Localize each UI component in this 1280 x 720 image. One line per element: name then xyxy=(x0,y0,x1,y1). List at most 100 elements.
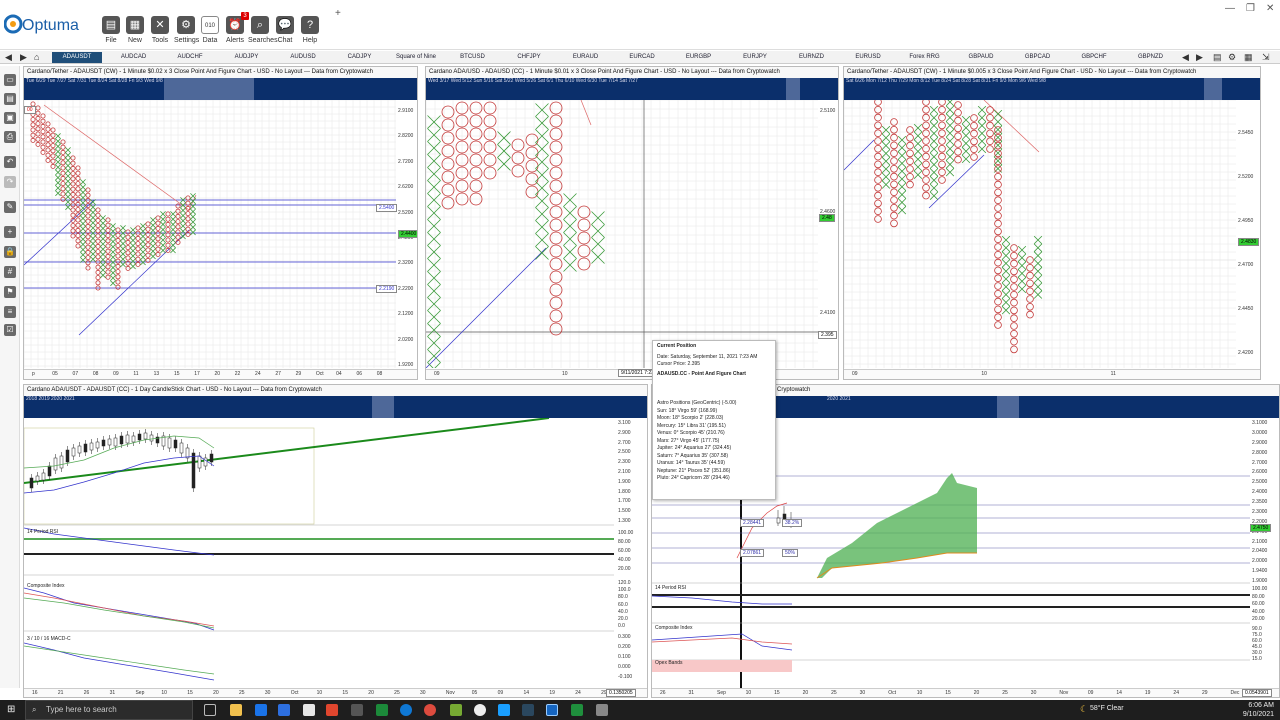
overview-selection[interactable] xyxy=(997,396,1019,418)
overview-selection[interactable] xyxy=(786,78,800,100)
taskbar-search[interactable]: ⌕ Type here to search xyxy=(25,700,193,720)
maximize-button[interactable]: ❐ xyxy=(1246,3,1255,14)
save-icon[interactable]: ▣ xyxy=(4,112,16,124)
overview-selection[interactable] xyxy=(164,78,254,100)
close-button[interactable]: ✕ xyxy=(1266,3,1274,14)
app-icon-7[interactable] xyxy=(596,704,608,716)
ribbon-expand-icon[interactable]: + xyxy=(335,8,341,19)
tab-gbpcad[interactable]: GBPCAD xyxy=(1013,52,1063,63)
new-button[interactable]: ▦ New xyxy=(123,16,147,44)
pnf-chart-panel-1[interactable]: Cardano/Tether - ADAUSDT (CW) - 1 Minute… xyxy=(23,66,418,380)
tabs-scroll-left[interactable]: ◀ xyxy=(1182,52,1189,63)
lock-icon[interactable]: 🔒 xyxy=(4,246,16,258)
tab-eurjpy[interactable]: EURJPY xyxy=(730,52,780,63)
redo-icon[interactable]: ↷ xyxy=(4,176,16,188)
tab-grid-icon[interactable]: ▦ xyxy=(1244,52,1253,63)
task-view-icon[interactable] xyxy=(204,704,216,716)
steam-icon[interactable] xyxy=(522,704,534,716)
tab-gbpnzd[interactable]: GBPNZD xyxy=(1126,52,1176,63)
crosshair-icon[interactable]: + xyxy=(4,226,16,238)
edge-icon[interactable] xyxy=(400,704,412,716)
tab-eurusd[interactable]: EURUSD xyxy=(843,52,893,63)
chrome-icon[interactable] xyxy=(424,704,436,716)
tab-cadjpy[interactable]: CADJPY xyxy=(335,52,385,63)
tab-gbpchf[interactable]: GBPCHF xyxy=(1069,52,1119,63)
candlestick-panel-1[interactable]: Cardano ADA/USDT - ADAUSDT (CC) - 1 Day … xyxy=(23,384,648,698)
pnf-chart-panel-3[interactable]: Cardano/Tether - ADAUSDT (CW) - 1 Minute… xyxy=(843,66,1261,380)
clock[interactable]: 6:06 AM 9/10/2021 xyxy=(1243,701,1274,719)
tab-gbpaud[interactable]: GBPAUD xyxy=(956,52,1006,63)
tab-forex-rrg[interactable]: Forex RRG xyxy=(900,52,950,63)
file-explorer-icon[interactable] xyxy=(230,704,242,716)
overview-selection[interactable] xyxy=(372,396,394,418)
store-icon[interactable] xyxy=(255,704,267,716)
overview-bar[interactable]: Tue 6/29 Tue 7/27 Sat 7/31 Tue 8/24 Sat … xyxy=(24,78,417,100)
weather-text[interactable]: 58°F Clear xyxy=(1090,705,1124,712)
file-button[interactable]: ▤ File xyxy=(99,16,123,44)
back-icon[interactable]: ◀ xyxy=(5,52,12,63)
tab-audcad[interactable]: AUDCAD xyxy=(109,52,159,63)
time-axis: p 05 07 08 09 11 13 15 17 20 22 24 27 29 Oct 04 06 08 xyxy=(24,369,417,379)
pnf-plot-2[interactable] xyxy=(426,100,818,368)
y-tick: 80.0 xyxy=(618,594,628,601)
excel-icon[interactable] xyxy=(571,704,583,716)
optuma-taskbar-icon[interactable] xyxy=(546,704,558,716)
tab-eurgbp[interactable]: EURGBP xyxy=(674,52,724,63)
undo-icon[interactable]: ↶ xyxy=(4,156,16,168)
mail-icon[interactable] xyxy=(278,704,290,716)
tab-chfjpy[interactable]: CHFJPY xyxy=(504,52,554,63)
pnf-plot-1[interactable] xyxy=(24,100,396,368)
app-icon-4[interactable] xyxy=(450,704,462,716)
settings-button[interactable]: ⚙ Settings xyxy=(174,16,199,44)
tab-expand-icon[interactable]: ⇲ xyxy=(1262,52,1270,63)
print-icon[interactable]: ⎙ xyxy=(4,131,16,143)
checklist-icon[interactable]: ☑ xyxy=(4,324,16,336)
overview-bar[interactable]: Wed 3/17 Wed 5/12 Sun 5/16 Sat 5/22 Wed … xyxy=(426,78,838,100)
o-box xyxy=(165,211,171,217)
stamp-icon[interactable]: ⚑ xyxy=(4,286,16,298)
pnf-plot-3[interactable] xyxy=(844,100,1236,368)
o-box xyxy=(954,132,962,140)
layers-icon[interactable]: ≡ xyxy=(4,306,16,318)
o-box xyxy=(115,269,121,275)
data-button[interactable]: 010 Data xyxy=(198,16,222,44)
open-icon[interactable]: ▤ xyxy=(4,93,16,105)
forward-icon[interactable]: ▶ xyxy=(20,52,27,63)
tab-eurnzd[interactable]: EURNZD xyxy=(787,52,837,63)
chat-button[interactable]: 💬 Chat xyxy=(273,16,297,44)
minimize-button[interactable]: — xyxy=(1225,3,1235,14)
tabs-scroll-right[interactable]: ▶ xyxy=(1196,52,1203,63)
new-icon: ▦ xyxy=(126,16,144,34)
pnf-chart-panel-2[interactable]: Cardano ADA/USD - ADAUSD (CC) - 1 Minute… xyxy=(425,66,839,380)
tab-audjpy[interactable]: AUDJPY xyxy=(222,52,272,63)
tab-settings-icon[interactable]: ⚙ xyxy=(1228,52,1236,63)
app-icon-3[interactable] xyxy=(376,704,388,716)
app-icon-6[interactable] xyxy=(498,704,510,716)
grid-icon[interactable]: # xyxy=(4,266,16,278)
tab-euraud[interactable]: EURAUD xyxy=(561,52,611,63)
overview-bar[interactable]: 2018 2019 2020 2021 xyxy=(24,396,647,418)
tab-adausdt[interactable]: ADAUSDT xyxy=(52,52,102,63)
tab-btcusd[interactable]: BTCUSD xyxy=(448,52,498,63)
app-icon-5[interactable] xyxy=(474,704,486,716)
app-icon[interactable] xyxy=(303,704,315,716)
candlestick-plot-1[interactable] xyxy=(24,418,614,688)
overview-selection[interactable] xyxy=(1204,78,1222,100)
draw-tool-icon[interactable]: ✎ xyxy=(4,201,16,213)
help-button[interactable]: ? Help xyxy=(298,16,322,44)
home-icon[interactable]: ⌂ xyxy=(34,52,39,62)
app-icon-2[interactable] xyxy=(351,704,363,716)
tab-eurcad[interactable]: EURCAD xyxy=(617,52,667,63)
tools-button[interactable]: ✕ Tools xyxy=(148,16,172,44)
alerts-button[interactable]: ⏰ Alerts xyxy=(223,16,247,44)
searches-button[interactable]: ⌕ Searches xyxy=(248,16,278,44)
brave-icon[interactable] xyxy=(326,704,338,716)
overview-bar[interactable]: Sat 6/26 Mon 7/12 Thu 7/29 Mon 8/12 Tue … xyxy=(844,78,1260,100)
tab-audusd[interactable]: AUDUSD xyxy=(278,52,328,63)
tab-audchf[interactable]: AUDCHF xyxy=(165,52,215,63)
tab-square-of-nine[interactable]: Square of Nine xyxy=(391,52,441,63)
windows-start-icon[interactable]: ⊞ xyxy=(7,704,15,715)
tab-list-icon[interactable]: ▤ xyxy=(1213,52,1222,63)
page-icon[interactable]: ▭ xyxy=(4,74,16,86)
o-box xyxy=(525,172,539,186)
